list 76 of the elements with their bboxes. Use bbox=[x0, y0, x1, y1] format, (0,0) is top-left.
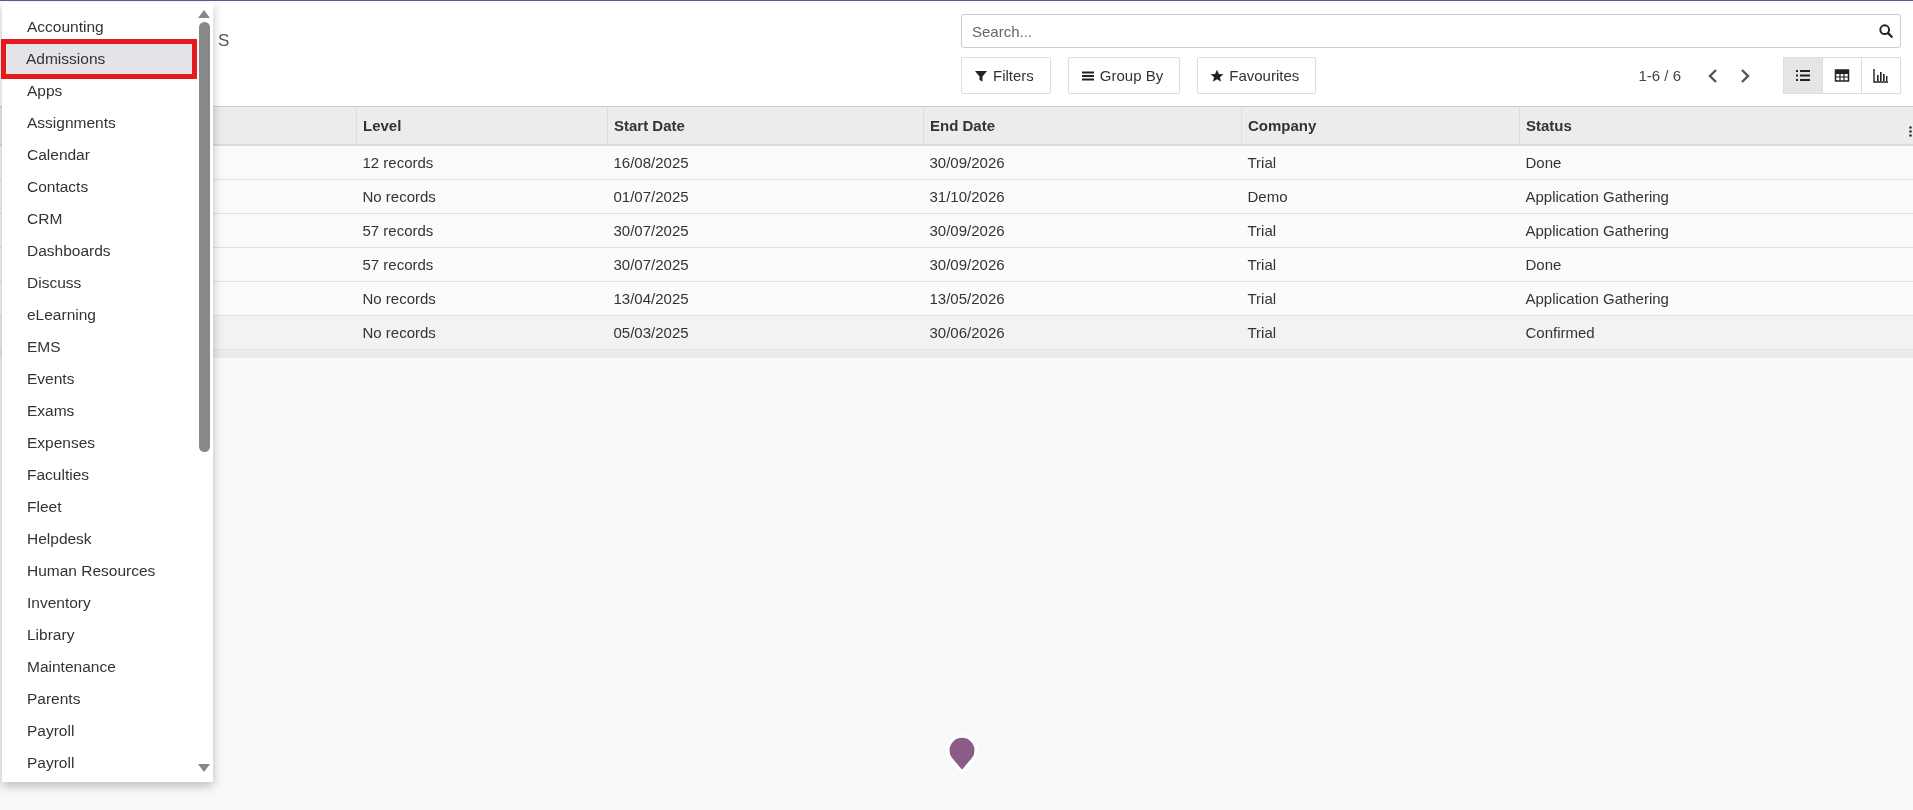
menu-item[interactable]: Payroll bbox=[2, 747, 197, 779]
table-cell: 05/03/2025 bbox=[607, 315, 924, 350]
table-cell: Application Gathering bbox=[1519, 213, 1913, 248]
table-cell: 57 records bbox=[356, 247, 608, 282]
menu-item[interactable]: EMS bbox=[2, 331, 197, 363]
table-cell: 30/07/2025 bbox=[607, 213, 924, 248]
table-cell: 13/05/2026 bbox=[923, 281, 1242, 316]
column-options-icon[interactable] bbox=[1909, 126, 1912, 137]
group-by-button[interactable]: Group By bbox=[1067, 57, 1181, 94]
table-cell: No records bbox=[356, 315, 608, 350]
search-icon[interactable] bbox=[1879, 24, 1893, 38]
column-header[interactable]: Start Date bbox=[607, 106, 924, 145]
menu-item[interactable]: Discuss bbox=[2, 267, 197, 299]
table-cell: No records bbox=[356, 281, 608, 316]
table-cell: Done bbox=[1519, 247, 1913, 282]
pager-value[interactable]: 1-6 / 6 bbox=[1638, 67, 1681, 84]
menu-item[interactable]: Payroll bbox=[2, 715, 197, 747]
menu-item[interactable]: Parents bbox=[2, 683, 197, 715]
menu-item[interactable]: eLearning bbox=[2, 299, 197, 331]
menu-item[interactable]: Inventory bbox=[2, 587, 197, 619]
table-cell: 30/07/2025 bbox=[607, 247, 924, 282]
previous-icon[interactable] bbox=[1708, 68, 1718, 83]
table-cell: Demo bbox=[1241, 179, 1520, 214]
menu-item[interactable]: Helpdesk bbox=[2, 523, 197, 555]
table-cell: Trial bbox=[1241, 247, 1520, 282]
table-view-button[interactable] bbox=[1822, 57, 1862, 94]
star-icon bbox=[1210, 68, 1225, 83]
menu-item[interactable]: Maintenance bbox=[2, 651, 197, 683]
column-header[interactable]: Level bbox=[356, 106, 608, 145]
column-header[interactable]: Company bbox=[1241, 106, 1520, 145]
table-cell: No records bbox=[356, 179, 608, 214]
menu-item[interactable]: Calendar bbox=[2, 139, 197, 171]
filters-button[interactable]: Filters bbox=[961, 57, 1051, 94]
table-cell: 13/04/2025 bbox=[607, 281, 924, 316]
table-cell: 16/08/2025 bbox=[607, 145, 924, 180]
table-cell: Application Gathering bbox=[1519, 281, 1913, 316]
table-cell: Done bbox=[1519, 145, 1913, 180]
menu-item[interactable]: Admissions bbox=[1, 39, 197, 79]
bar-chart-view-button[interactable] bbox=[1861, 57, 1901, 94]
list-view-button[interactable] bbox=[1783, 57, 1823, 94]
map-pin-icon bbox=[945, 732, 979, 774]
table-cell: 01/07/2025 bbox=[607, 179, 924, 214]
breadcrumb[interactable]: S bbox=[218, 31, 230, 50]
table-cell: Trial bbox=[1241, 315, 1520, 350]
menu-item[interactable]: Exams bbox=[2, 395, 197, 427]
bar-chart-view-icon bbox=[1873, 68, 1889, 83]
table-view-icon bbox=[1834, 68, 1850, 83]
menu-item[interactable]: Fleet bbox=[2, 491, 197, 523]
menu-item[interactable]: Assignments bbox=[2, 107, 197, 139]
menu-item[interactable]: Dashboards bbox=[2, 235, 197, 267]
table-cell: 30/06/2026 bbox=[923, 315, 1242, 350]
table-cell: Trial bbox=[1241, 145, 1520, 180]
table-cell: Trial bbox=[1241, 213, 1520, 248]
menu-item[interactable]: Faculties bbox=[2, 459, 197, 491]
list-view-icon bbox=[1795, 68, 1811, 83]
menu-item[interactable]: Human Resources bbox=[2, 555, 197, 587]
menu-item[interactable]: Events bbox=[2, 363, 197, 395]
menu-item[interactable]: Contacts bbox=[2, 171, 197, 203]
search-field[interactable]: Search... bbox=[961, 14, 1901, 48]
table-cell: Trial bbox=[1241, 281, 1520, 316]
menu-item[interactable]: CRM bbox=[2, 203, 197, 235]
column-header[interactable]: Status bbox=[1519, 106, 1913, 145]
next-icon[interactable] bbox=[1740, 68, 1750, 83]
table-cell: 30/09/2026 bbox=[923, 145, 1242, 180]
menu-item[interactable]: Library bbox=[2, 619, 197, 651]
table-cell: 12 records bbox=[356, 145, 608, 180]
menu-item[interactable]: Expenses bbox=[2, 427, 197, 459]
table-cell: 30/09/2026 bbox=[923, 213, 1242, 248]
filter-icon bbox=[974, 68, 988, 83]
table-cell: Confirmed bbox=[1519, 315, 1913, 350]
table-cell: 57 records bbox=[356, 213, 608, 248]
column-header[interactable]: End Date bbox=[923, 106, 1242, 145]
table-cell: 30/09/2026 bbox=[923, 247, 1242, 282]
table-cell: Application Gathering bbox=[1519, 179, 1913, 214]
table-cell: 31/10/2026 bbox=[923, 179, 1242, 214]
favourites-button[interactable]: Favourites bbox=[1197, 57, 1317, 94]
